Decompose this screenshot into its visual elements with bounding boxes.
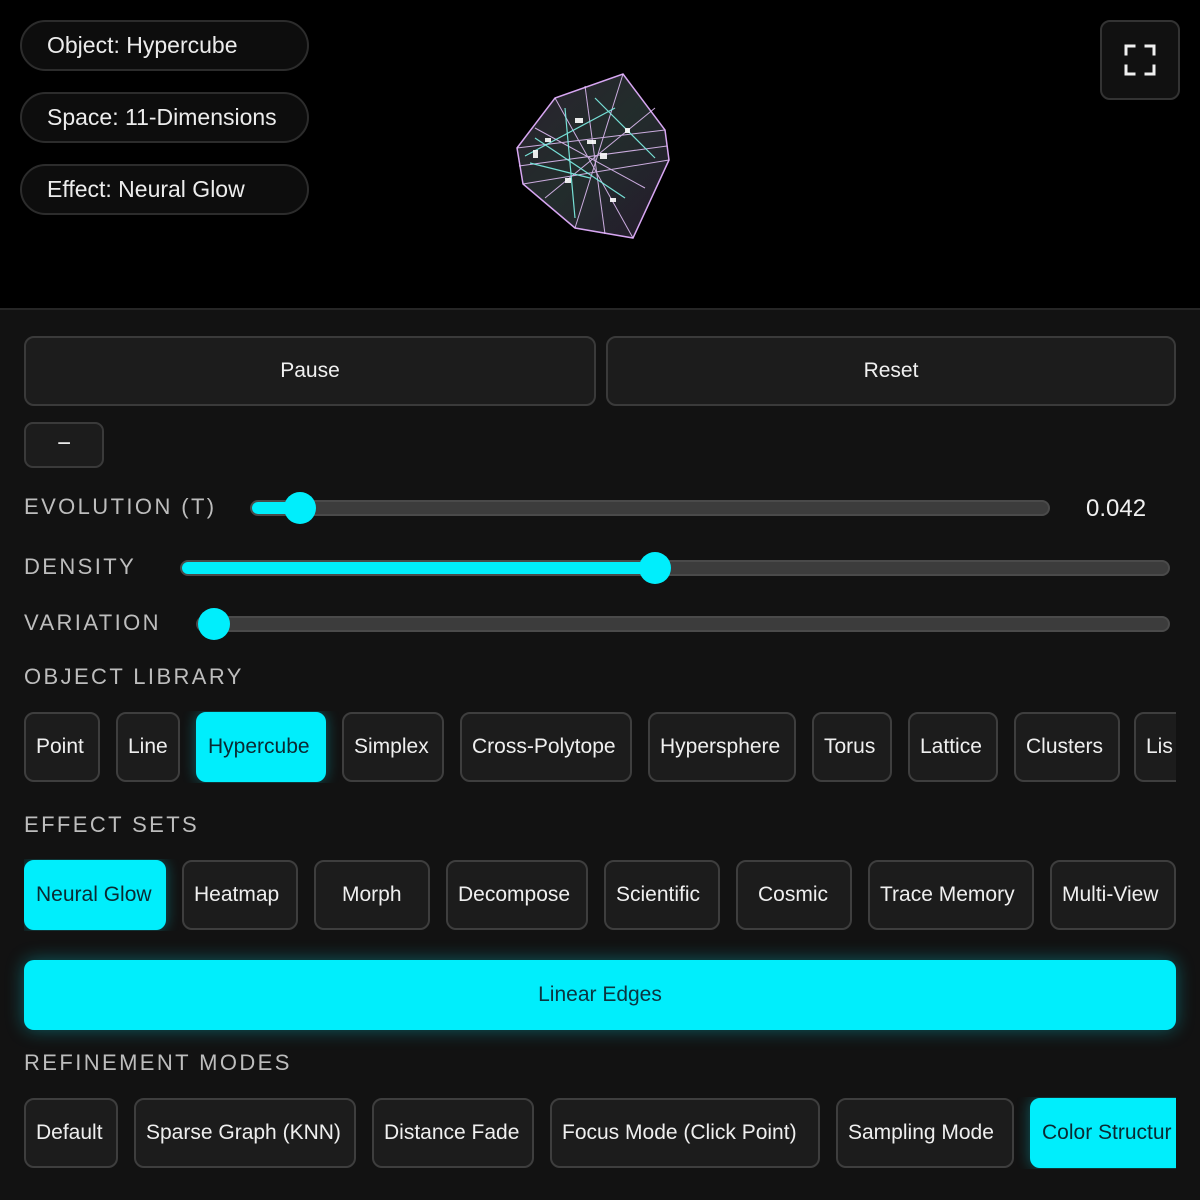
refinement-chip-distance-fade[interactable]: Distance Fade: [372, 1098, 534, 1168]
refinement-modes-row: Default Sparse Graph (KNN) Distance Fade…: [24, 1097, 1176, 1169]
object-library-row: Point Line Hypercube Simplex Cross-Polyt…: [24, 711, 1176, 783]
linear-edges-button[interactable]: Linear Edges: [24, 960, 1176, 1030]
object-chip-lattice[interactable]: Lattice: [908, 712, 998, 782]
object-chip-point[interactable]: Point: [24, 712, 100, 782]
effect-chip-neural-glow[interactable]: Neural Glow: [24, 860, 166, 930]
refinement-chip-sampling-mode[interactable]: Sampling Mode: [836, 1098, 1014, 1168]
effect-chip-multi-view[interactable]: Multi-View: [1050, 860, 1176, 930]
refinement-modes-heading: REFINEMENT MODES: [24, 1050, 292, 1075]
refinement-chip-default[interactable]: Default: [24, 1098, 118, 1168]
density-slider-thumb[interactable]: [639, 552, 672, 584]
pause-button[interactable]: Pause: [24, 336, 596, 406]
object-chip-torus[interactable]: Torus: [812, 712, 892, 782]
density-slider[interactable]: [180, 552, 1170, 584]
effect-info-pill: Effect: Neural Glow: [20, 164, 309, 215]
evolution-slider[interactable]: [250, 492, 1050, 524]
effect-sets-heading: EFFECT SETS: [24, 812, 200, 837]
refinement-chip-focus-mode[interactable]: Focus Mode (Click Point): [550, 1098, 820, 1168]
render-viewport[interactable]: Object: Hypercube Space: 11-Dimensions E…: [0, 0, 1200, 308]
density-slider-fill: [182, 562, 656, 574]
object-chip-simplex[interactable]: Simplex: [342, 712, 444, 782]
object-chip-hypercube[interactable]: Hypercube: [196, 712, 326, 782]
effect-sets-row: Neural Glow Heatmap Morph Decompose Scie…: [24, 859, 1176, 931]
object-chip-lis[interactable]: Lis: [1134, 712, 1176, 782]
fullscreen-icon: [1124, 44, 1156, 76]
density-label: DENSITY: [24, 554, 137, 579]
refinement-chip-color-structure[interactable]: Color Structur: [1030, 1098, 1176, 1168]
variation-slider[interactable]: [196, 608, 1170, 640]
variation-slider-thumb[interactable]: [198, 608, 230, 640]
space-info-pill: Space: 11-Dimensions: [20, 92, 309, 143]
object-library-heading: OBJECT LIBRARY: [24, 664, 244, 689]
effect-chip-trace-memory[interactable]: Trace Memory: [868, 860, 1034, 930]
effect-chip-decompose[interactable]: Decompose: [446, 860, 588, 930]
effect-chip-morph[interactable]: Morph: [314, 860, 430, 930]
refinement-chip-sparse-graph[interactable]: Sparse Graph (KNN): [134, 1098, 356, 1168]
object-chip-hypersphere[interactable]: Hypersphere: [648, 712, 796, 782]
effect-chip-scientific[interactable]: Scientific: [604, 860, 720, 930]
object-chip-cross-polytope[interactable]: Cross-Polytope: [460, 712, 632, 782]
reset-button[interactable]: Reset: [606, 336, 1176, 406]
variation-label: VARIATION: [24, 610, 161, 635]
object-chip-clusters[interactable]: Clusters: [1014, 712, 1120, 782]
evolution-slider-thumb[interactable]: [283, 492, 316, 524]
effect-chip-cosmic[interactable]: Cosmic: [736, 860, 852, 930]
hypercube-visualization[interactable]: [505, 68, 680, 248]
object-chip-line[interactable]: Line: [116, 712, 180, 782]
effect-chip-heatmap[interactable]: Heatmap: [182, 860, 298, 930]
control-panel: Pause Reset − EVOLUTION (T) 0.042 DENSIT…: [0, 308, 1200, 1200]
object-info-pill: Object: Hypercube: [20, 20, 309, 71]
evolution-label: EVOLUTION (T): [24, 494, 217, 519]
evolution-value: 0.042: [1086, 495, 1147, 522]
fullscreen-button[interactable]: [1100, 20, 1180, 100]
collapse-button[interactable]: −: [24, 422, 104, 468]
